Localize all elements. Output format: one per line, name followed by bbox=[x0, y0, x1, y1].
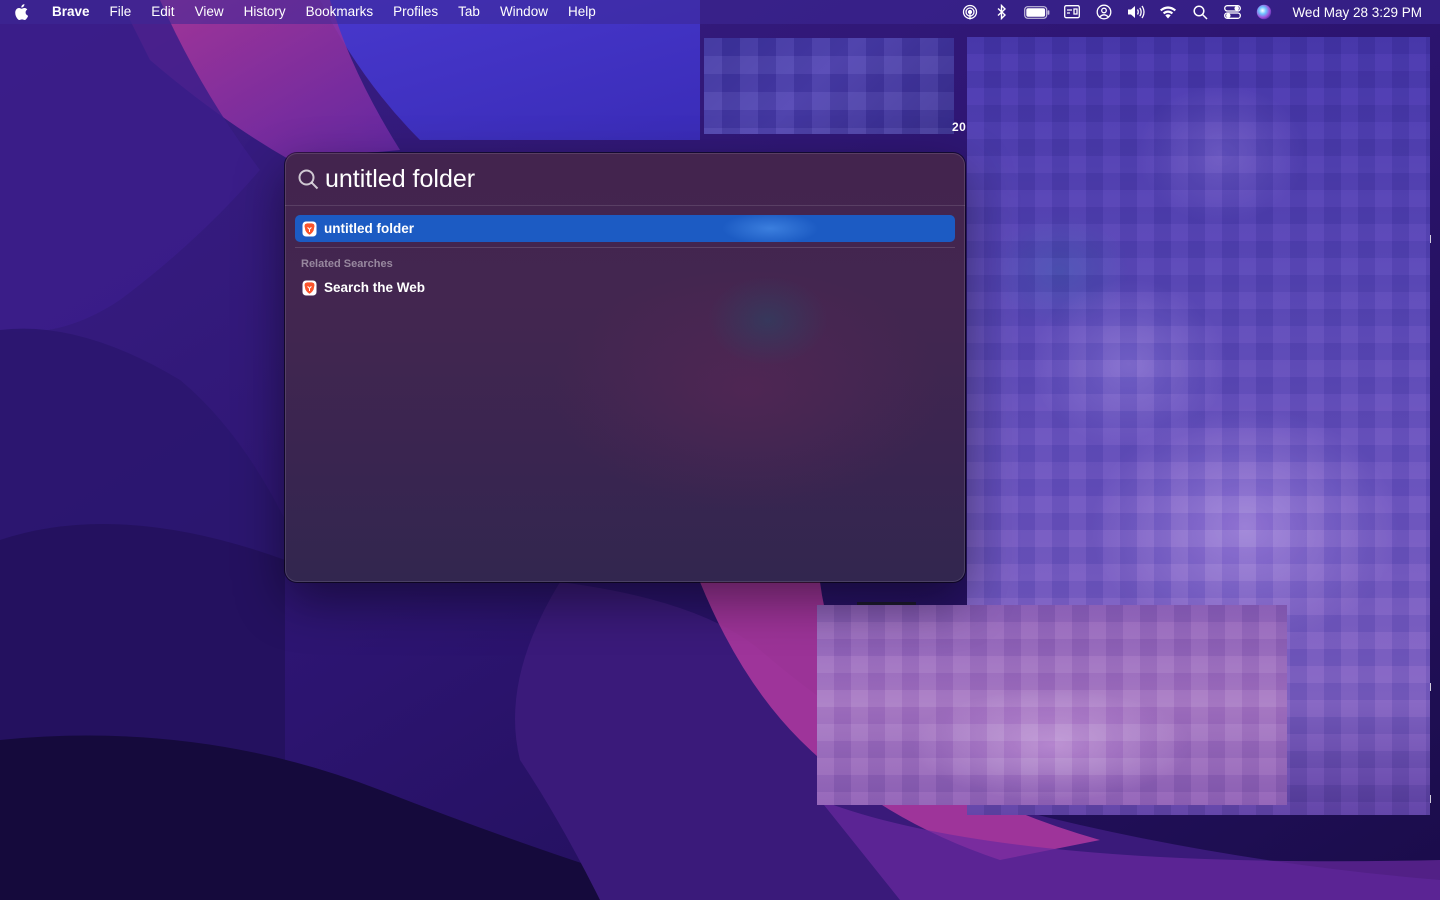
spotlight-search-input[interactable] bbox=[325, 159, 965, 199]
brave-icon bbox=[301, 280, 317, 296]
top-hit-label: untitled folder bbox=[324, 221, 414, 236]
search-icon bbox=[298, 168, 320, 190]
menu-tab[interactable]: Tab bbox=[448, 0, 490, 24]
menu-app-brave[interactable]: Brave bbox=[42, 0, 100, 24]
control-center-icon[interactable] bbox=[1216, 0, 1248, 24]
window-edge-marker bbox=[1430, 795, 1431, 803]
search-the-web-result[interactable]: Search the Web bbox=[295, 274, 955, 301]
user-account-icon[interactable] bbox=[1088, 0, 1120, 24]
results-divider bbox=[295, 247, 955, 248]
siri-icon[interactable] bbox=[1248, 0, 1280, 24]
volume-icon[interactable] bbox=[1120, 0, 1152, 24]
menu-file[interactable]: File bbox=[100, 0, 142, 24]
spotlight-search-row bbox=[285, 153, 965, 206]
apple-menu-icon[interactable] bbox=[0, 0, 42, 24]
spotlight-results: untitled folder Related Searches Search … bbox=[285, 206, 965, 301]
window-edge-marker bbox=[1430, 683, 1431, 691]
menu-history[interactable]: History bbox=[234, 0, 296, 24]
search-the-web-label: Search the Web bbox=[324, 280, 426, 295]
menu-bar: Brave File Edit View History Bookmarks P… bbox=[0, 0, 1440, 24]
menu-bookmarks[interactable]: Bookmarks bbox=[296, 0, 384, 24]
battery-icon[interactable] bbox=[1018, 0, 1056, 24]
background-window-label: 20 bbox=[952, 120, 967, 134]
window-edge-marker bbox=[1430, 235, 1431, 243]
brave-icon bbox=[301, 221, 317, 237]
wifi-icon[interactable] bbox=[1152, 0, 1184, 24]
related-searches-header: Related Searches bbox=[301, 258, 393, 270]
menu-profiles[interactable]: Profiles bbox=[383, 0, 448, 24]
menu-edit[interactable]: Edit bbox=[141, 0, 184, 24]
spotlight-panel: untitled folder Related Searches Search … bbox=[285, 153, 965, 582]
airdrop-icon[interactable] bbox=[954, 0, 986, 24]
blurred-window-bottom bbox=[817, 605, 1287, 805]
menu-view[interactable]: View bbox=[185, 0, 234, 24]
menu-bar-clock[interactable]: Wed May 28 3:29 PM bbox=[1292, 5, 1422, 20]
blurred-window-top bbox=[704, 38, 954, 134]
menu-help[interactable]: Help bbox=[558, 0, 606, 24]
background-window-bar bbox=[857, 602, 916, 605]
spotlight-search-icon[interactable] bbox=[1184, 0, 1216, 24]
menu-window[interactable]: Window bbox=[490, 0, 558, 24]
bluetooth-icon[interactable] bbox=[986, 0, 1018, 24]
screen-mirroring-icon[interactable] bbox=[1056, 0, 1088, 24]
top-hit-result[interactable]: untitled folder bbox=[295, 215, 955, 242]
